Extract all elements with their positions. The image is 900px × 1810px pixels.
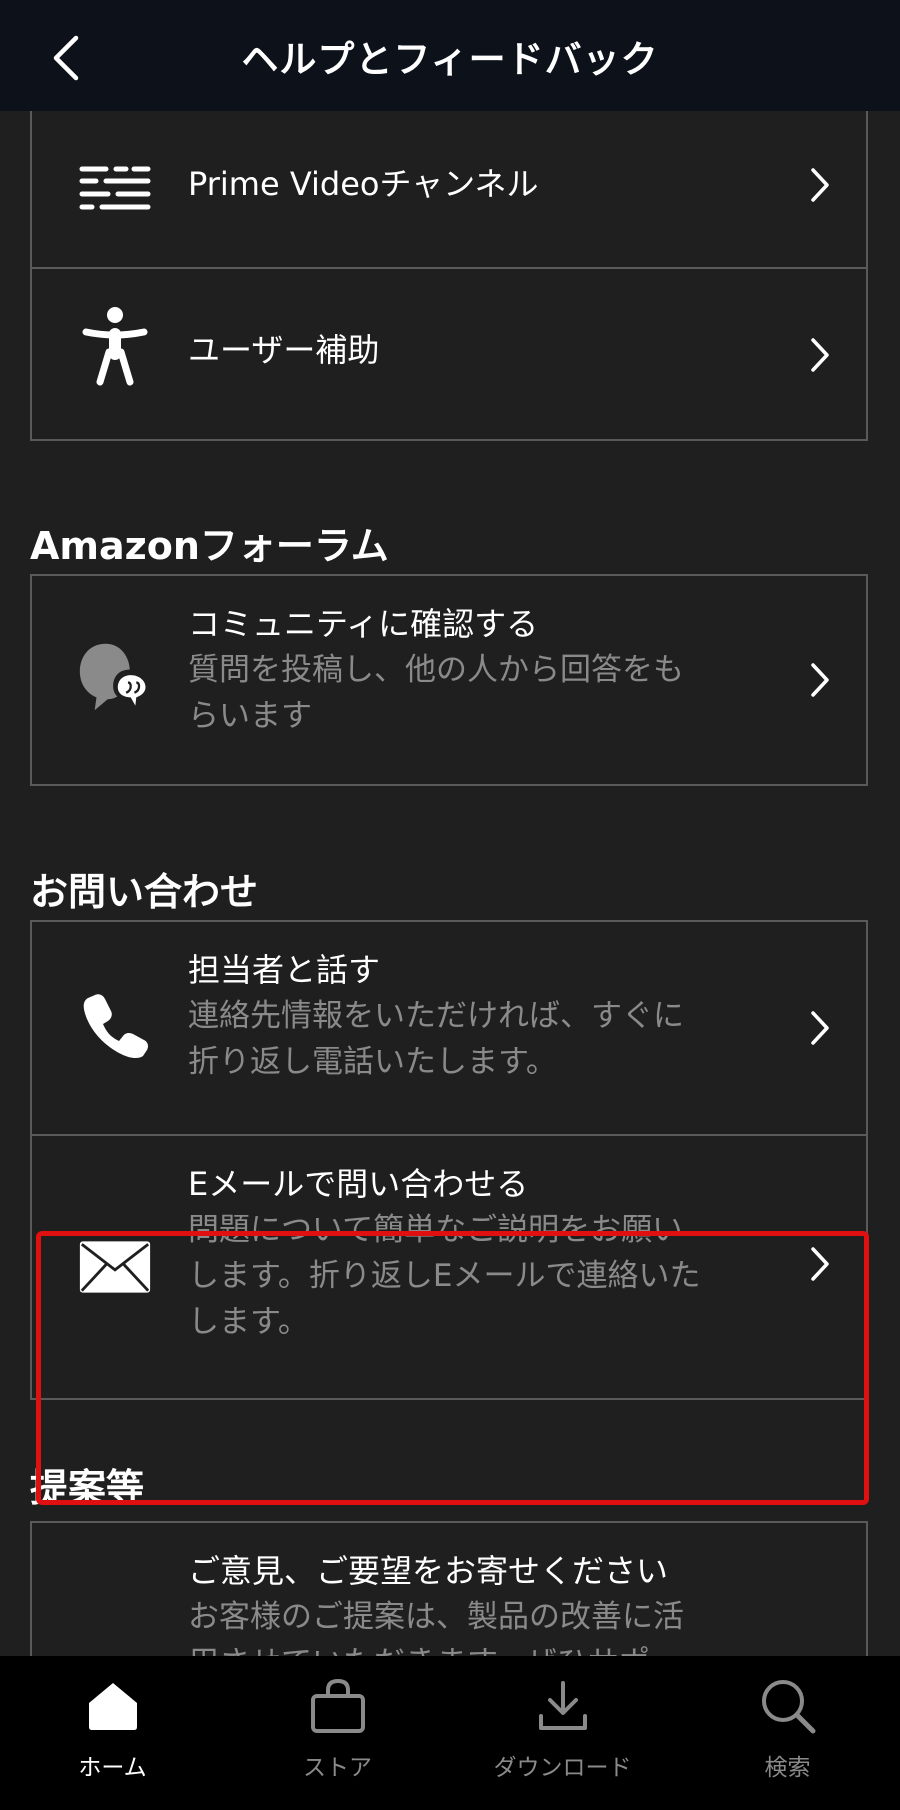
tab-store[interactable]: ストア (225, 1656, 450, 1810)
tab-label: 検索 (764, 1755, 811, 1781)
list-item-description: 質問を投稿し、他の人から回答をも (188, 652, 684, 688)
list-item-email-contact[interactable]: Eメールで問い合わせる 問題について簡単なご説明をお願い します。折り返しEメー… (32, 1134, 866, 1398)
list-item-description: らいます (188, 698, 312, 734)
list-item-description: 用させていただきます。ぜひサポ (188, 1640, 776, 1656)
list-item-call-agent[interactable]: 担当者と話す 連絡先情報をいただければ、すぐに 折り返し電話いたします。 (32, 922, 866, 1134)
list-item-description: します。折り返しEメールで連絡いた (188, 1258, 701, 1294)
tab-home[interactable]: ホーム (0, 1656, 225, 1810)
content-scroll-area[interactable]: Prime Videoチャンネル ユーザー補助 Amazonフォーラム コミュニ… (0, 111, 900, 1656)
chevron-right-icon (806, 660, 834, 700)
back-button[interactable] (46, 34, 86, 82)
list-item-description: 問題について簡単なご説明をお願い (188, 1212, 684, 1248)
page-title: ヘルプとフィードバック (241, 37, 659, 81)
chevron-right-icon (806, 1008, 834, 1048)
speech-bubbles-icon (78, 640, 152, 714)
tab-downloads[interactable]: ダウンロード (450, 1656, 675, 1810)
settings-card: Prime Videoチャンネル ユーザー補助 (30, 111, 868, 441)
list-item-label: コミュニティに確認する (188, 605, 539, 643)
tab-label: ストア (303, 1755, 372, 1781)
section-title-feedback: 提案等 (30, 1466, 145, 1510)
download-icon (531, 1674, 595, 1738)
list-item-prime-video-channels[interactable]: Prime Videoチャンネル (32, 111, 866, 267)
bottom-tab-bar: ホーム ストア ダウンロード 検索 (0, 1656, 900, 1810)
forum-card: コミュニティに確認する 質問を投稿し、他の人から回答をも らいます (30, 574, 868, 786)
list-item-ask-community[interactable]: コミュニティに確認する 質問を投稿し、他の人から回答をも らいます (32, 576, 866, 784)
contact-card: 担当者と話す 連絡先情報をいただければ、すぐに 折り返し電話いたします。 Eメー… (30, 920, 868, 1400)
header-bar: ヘルプとフィードバック (0, 0, 900, 111)
list-item-label: ユーザー補助 (188, 331, 380, 369)
list-item-description: 連絡先情報をいただければ、すぐに (188, 998, 684, 1034)
list-item-label: Eメールで問い合わせる (188, 1165, 529, 1203)
search-icon (756, 1674, 820, 1738)
tab-search[interactable]: 検索 (675, 1656, 900, 1810)
phone-icon (78, 988, 152, 1062)
section-title-forum: Amazonフォーラム (30, 524, 389, 568)
channels-icon (78, 151, 152, 225)
list-item-label: 担当者と話す (188, 951, 381, 989)
tab-label: ダウンロード (493, 1755, 632, 1781)
accessibility-icon (78, 307, 152, 386)
envelope-icon (78, 1230, 152, 1304)
list-item-description: お客様のご提案は、製品の改善に活 (188, 1599, 684, 1635)
section-title-contact: お問い合わせ (30, 870, 259, 914)
chevron-right-icon (806, 165, 834, 205)
list-item-label: ご意見、ご要望をお寄せください (188, 1552, 669, 1590)
chevron-right-icon (806, 1244, 834, 1284)
feedback-card: ご意見、ご要望をお寄せください お客様のご提案は、製品の改善に活 用させていただ… (30, 1521, 868, 1656)
home-icon (81, 1674, 145, 1738)
shopping-bag-icon (306, 1674, 370, 1738)
list-item-feedback[interactable]: ご意見、ご要望をお寄せください お客様のご提案は、製品の改善に活 用させていただ… (32, 1523, 866, 1656)
list-item-description: します。 (188, 1304, 309, 1340)
chevron-right-icon (806, 335, 834, 375)
list-item-label: Prime Videoチャンネル (188, 165, 539, 203)
tab-label: ホーム (78, 1755, 147, 1781)
chevron-left-icon (53, 35, 79, 81)
list-item-accessibility[interactable]: ユーザー補助 (32, 267, 866, 439)
list-item-description: 折り返し電話いたします。 (188, 1044, 557, 1080)
